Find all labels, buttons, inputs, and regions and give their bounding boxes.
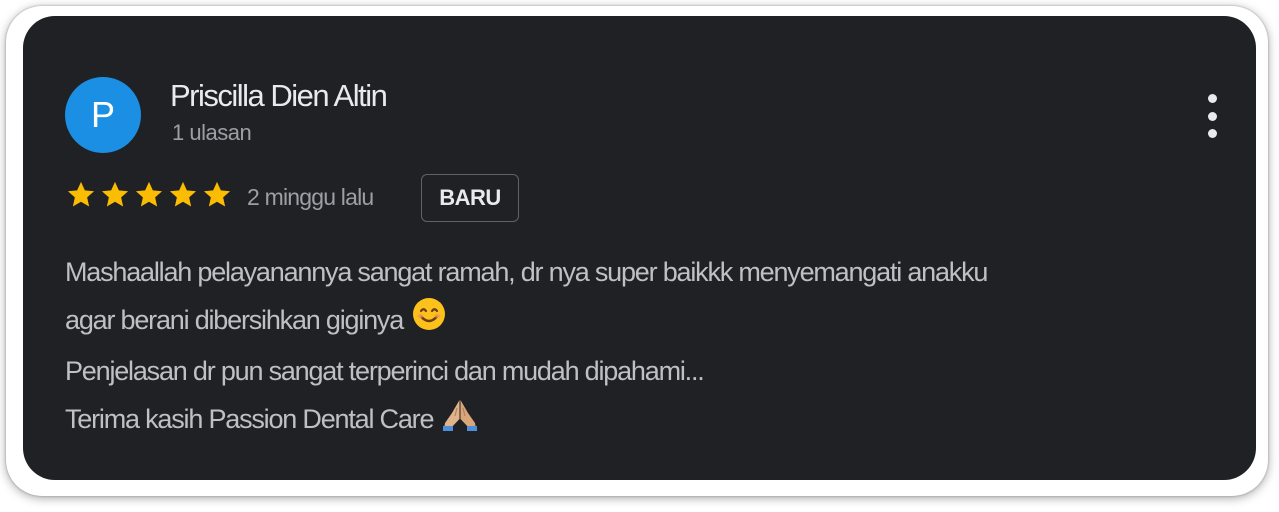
- star-icon: [67, 181, 95, 207]
- review-text-line: agar berani dibersihkan giginya: [65, 296, 1225, 347]
- more-vert-icon: [1207, 94, 1217, 103]
- more-vert-icon-dot: [1207, 111, 1217, 121]
- review-card: P Priscilla Dien Altin 1 ulasan 2 minggu…: [23, 16, 1256, 480]
- reviewer-name[interactable]: Priscilla Dien Altin: [170, 78, 388, 114]
- avatar-letter: P: [90, 94, 115, 135]
- review-time: 2 minggu lalu: [247, 184, 374, 210]
- star-rating: [65, 179, 233, 211]
- star-icon: [203, 181, 231, 207]
- new-badge: BARU: [421, 174, 519, 222]
- review-text-line: Penjelasan dr pun sangat terperinci dan …: [65, 356, 705, 387]
- review-text-line: Terima kasih Passion Dental Care: [65, 395, 1225, 446]
- more-options-button[interactable]: [1199, 94, 1225, 138]
- smiling-face-emoji: [411, 296, 447, 347]
- star-icon: [169, 181, 197, 207]
- review-text-line: Mashaallah pelayanannya sangat ramah, dr…: [65, 257, 988, 287]
- star-icon: [135, 181, 163, 207]
- review-text: Mashaallah pelayanannya sangat ramah, dr…: [65, 248, 1225, 447]
- folded-hands-emoji: [441, 396, 479, 447]
- avatar[interactable]: P: [65, 77, 141, 153]
- reviewer-review-count: 1 ulasan: [172, 120, 252, 145]
- more-vert-icon-dot: [1207, 129, 1217, 138]
- star-icon: [101, 181, 129, 207]
